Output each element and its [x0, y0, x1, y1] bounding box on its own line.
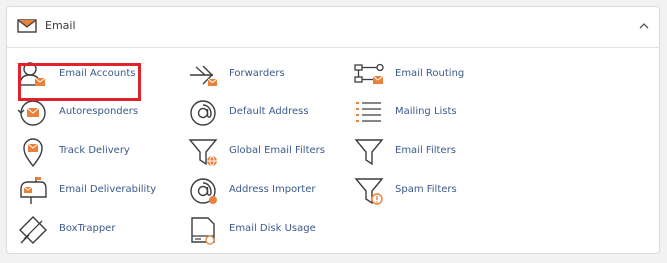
track-delivery-icon: [23, 138, 43, 168]
email-deliverability-icon: [20, 177, 47, 204]
item-mailing-lists[interactable]: Mailing Lists: [353, 97, 493, 129]
autoresponders-icon: [17, 100, 46, 126]
item-label: Forwarders: [229, 68, 285, 79]
address-importer-icon: [190, 178, 217, 204]
item-email-routing[interactable]: Email Routing: [353, 59, 493, 91]
email-section-panel: Email Email Accounts Forwarders Email Ro…: [6, 6, 660, 254]
forwarders-icon: [190, 65, 218, 86]
item-track-delivery[interactable]: Track Delivery: [17, 136, 147, 168]
item-default-address[interactable]: Default Address: [187, 97, 337, 129]
item-label: Global Email Filters: [229, 145, 325, 156]
item-label: Spam Filters: [395, 184, 457, 195]
mailing-lists-icon: [356, 102, 381, 122]
chevron-up-icon[interactable]: [639, 22, 649, 30]
item-address-importer[interactable]: Address Importer: [187, 175, 337, 207]
global-email-filters-icon: [188, 139, 218, 167]
item-global-email-filters[interactable]: Global Email Filters: [187, 136, 347, 168]
item-label: Mailing Lists: [395, 106, 457, 117]
spam-filters-icon: [354, 178, 384, 205]
default-address-icon: [190, 100, 216, 126]
item-autoresponders[interactable]: Autoresponders: [17, 97, 157, 129]
item-email-deliverability[interactable]: Email Deliverability: [17, 175, 167, 207]
item-label: Email Filters: [395, 145, 456, 156]
envelope-icon: [17, 19, 37, 33]
boxtrapper-icon: [19, 216, 47, 244]
email-filters-icon: [354, 139, 384, 166]
item-spam-filters[interactable]: Spam Filters: [353, 175, 493, 207]
item-email-filters[interactable]: Email Filters: [353, 136, 493, 168]
item-label: Address Importer: [229, 184, 316, 195]
item-label: Autoresponders: [59, 106, 139, 117]
item-label: Email Routing: [395, 68, 465, 79]
item-label: Default Address: [229, 106, 309, 117]
item-label: Email Deliverability: [59, 184, 157, 195]
item-label: Track Delivery: [59, 145, 130, 156]
email-section-header[interactable]: Email: [7, 7, 659, 48]
item-label: Email Disk Usage: [229, 223, 316, 234]
item-boxtrapper[interactable]: BoxTrapper: [17, 214, 147, 246]
selection-highlight: [18, 63, 141, 101]
item-email-disk-usage[interactable]: Email Disk Usage: [187, 214, 337, 246]
email-disk-usage-icon: [191, 217, 215, 245]
item-label: BoxTrapper: [59, 223, 116, 234]
section-title: Email: [45, 19, 76, 32]
email-routing-icon: [354, 63, 384, 84]
item-forwarders[interactable]: Forwarders: [187, 59, 327, 91]
